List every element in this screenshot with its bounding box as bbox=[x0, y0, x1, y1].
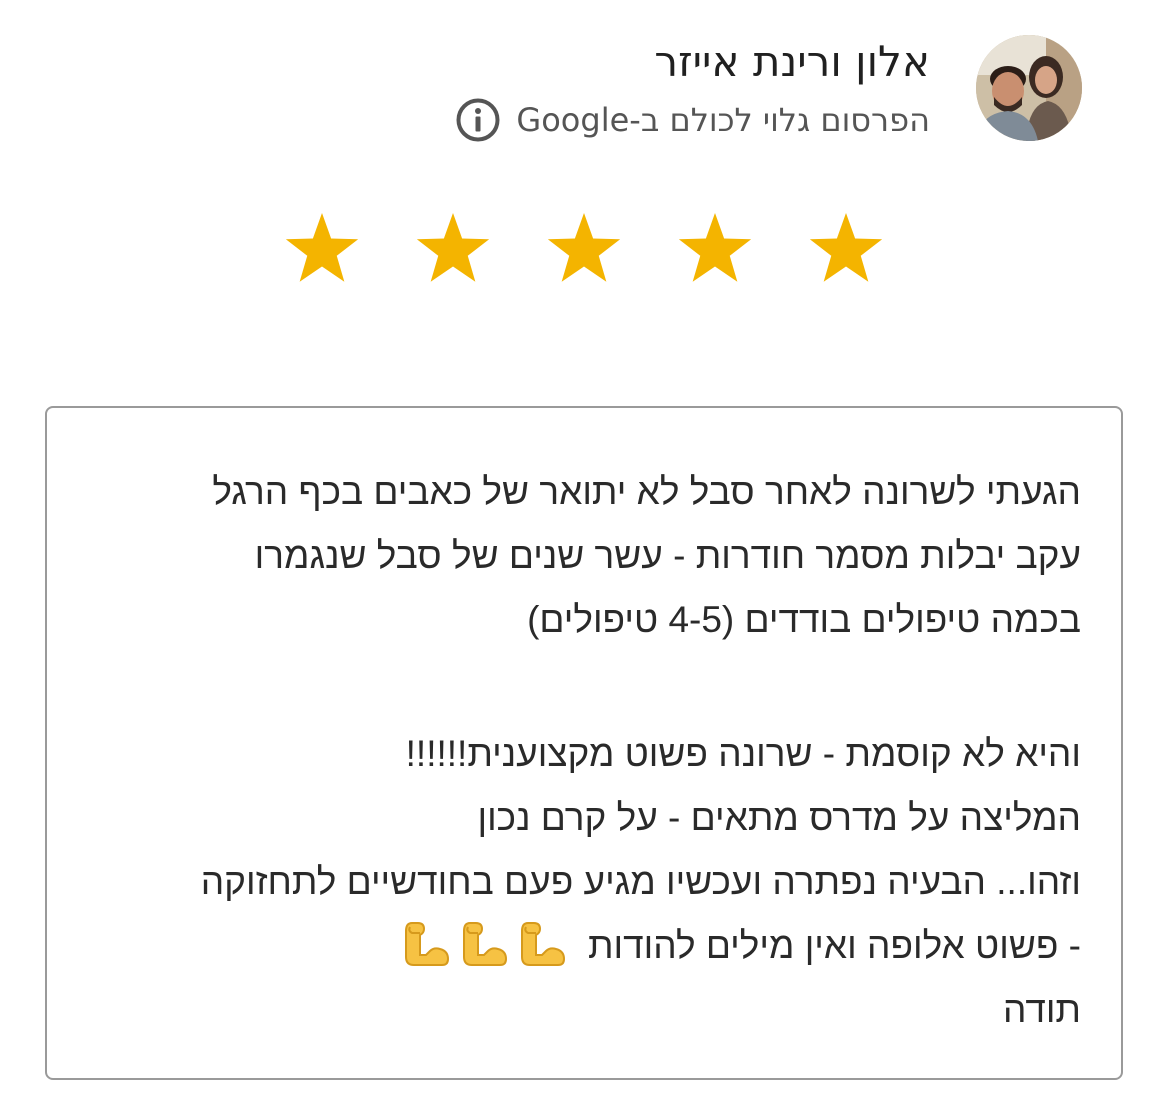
publicity-note: הפרסום גלוי לכולם ב-Google bbox=[516, 101, 930, 139]
review-header: אלון ורינת אייזר הפרסום גלוי לכולם ב-Goo… bbox=[362, 30, 1082, 145]
star-icon bbox=[416, 213, 490, 282]
review-line-with-emoji: - פשוט אלופה ואין מילים להודות bbox=[81, 914, 1081, 978]
review-line: עקב יבלות מסמר חודרות - עשר שנים של סבל … bbox=[254, 535, 1081, 576]
star-icon bbox=[285, 213, 359, 282]
review-line: תודה bbox=[1002, 989, 1081, 1030]
star-icon bbox=[809, 213, 883, 282]
publicity-note-row: הפרסום גלוי לכולם ב-Google bbox=[454, 94, 930, 146]
avatar[interactable] bbox=[976, 35, 1082, 141]
flexed-biceps-icon bbox=[404, 922, 449, 967]
review-line: המליצה על מדרס מתאים - על קרם נכון bbox=[477, 797, 1081, 838]
author-name[interactable]: אלון ורינת אייזר bbox=[654, 36, 930, 88]
review-text: הגעתי לשרונה לאחר סבל לא יתואר של כאבים … bbox=[81, 460, 1081, 1042]
star-icon bbox=[678, 213, 752, 282]
emoji-row bbox=[398, 917, 568, 971]
review-line: - פשוט אלופה ואין מילים להודות bbox=[587, 925, 1081, 966]
review-line: הגעתי לשרונה לאחר סבל לא יתואר של כאבים … bbox=[212, 471, 1081, 512]
star-icon bbox=[547, 213, 621, 282]
flexed-biceps-icon bbox=[520, 922, 565, 967]
star-rating bbox=[283, 210, 888, 288]
review-line bbox=[81, 652, 1081, 722]
user-photo-avatar bbox=[976, 35, 1082, 141]
review-line: בכמה טיפולים בודדים (4-5 טיפולים) bbox=[527, 599, 1081, 640]
review-line: וזהו... הבעיה נפתרה ועכשיו מגיע פעם בחוד… bbox=[200, 861, 1081, 902]
info-circle-icon[interactable] bbox=[454, 96, 502, 144]
review-line: והיא לא קוסמת - שרונה פשוט מקצוענית!!!!!… bbox=[405, 733, 1081, 774]
review-body-box: הגעתי לשרונה לאחר סבל לא יתואר של כאבים … bbox=[45, 406, 1123, 1080]
flexed-biceps-icon bbox=[462, 922, 507, 967]
